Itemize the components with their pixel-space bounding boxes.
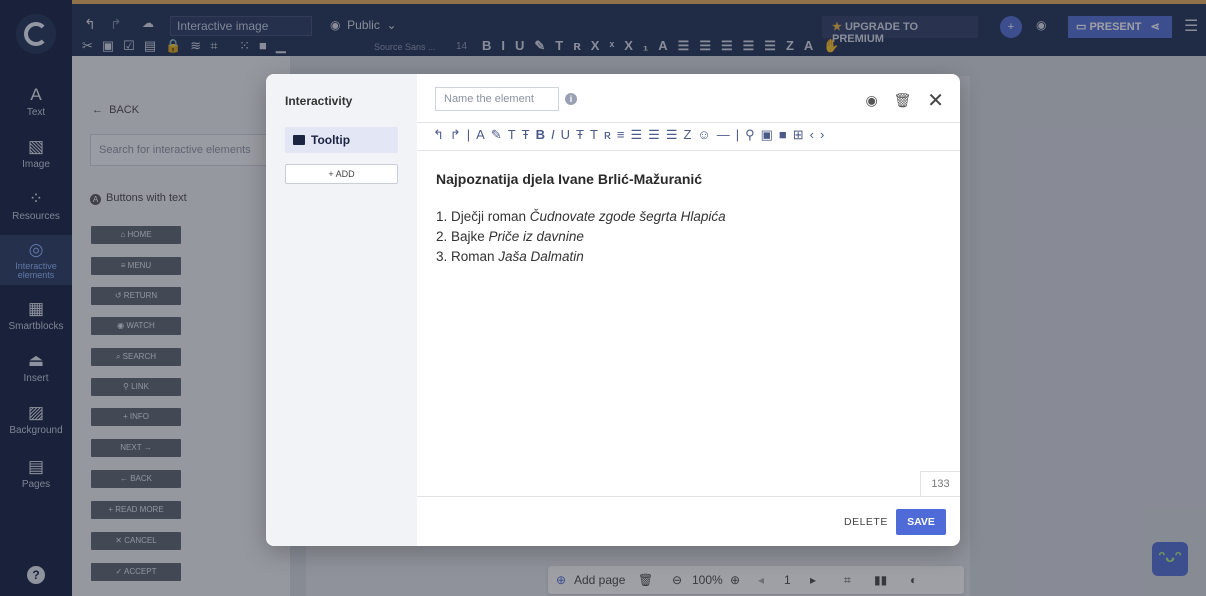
footer-divider	[417, 496, 960, 497]
preview-eye-icon[interactable]: ◉	[865, 92, 877, 108]
header-divider	[417, 122, 960, 123]
list-prefix: 1. Dječji roman	[436, 209, 530, 224]
toolbar-divider	[417, 150, 960, 151]
list-item: 2. Bajke Priče iz davnine	[436, 229, 936, 244]
modal-content: Name the element i ◉ 🗑 ✕ ↰↱|A✎TŦBIUŦTʀ≡☰…	[417, 74, 960, 546]
add-interaction-button[interactable]: + ADD	[285, 164, 398, 184]
list-italic: Jaša Dalmatin	[498, 249, 584, 264]
list-prefix: 2. Bajke	[436, 229, 489, 244]
list-prefix: 3. Roman	[436, 249, 499, 264]
list-italic: Priče iz davnine	[488, 229, 584, 244]
tab-label: Tooltip	[311, 133, 351, 147]
modal-title: Interactivity	[285, 94, 353, 108]
tooltip-icon	[293, 135, 305, 145]
interactivity-modal: Interactivity Tooltip + ADD Name the ele…	[266, 74, 960, 546]
tab-tooltip[interactable]: Tooltip	[285, 127, 398, 153]
editor-heading: Najpoznatija djela Ivane Brlić-Mažuranić	[436, 171, 703, 187]
modal-sidebar: Interactivity Tooltip + ADD	[266, 74, 417, 546]
save-button[interactable]: SAVE	[896, 509, 946, 535]
close-icon[interactable]: ✕	[927, 90, 944, 112]
character-count: 133	[920, 471, 960, 497]
modal-header-actions: ◉ 🗑 ✕	[853, 88, 944, 113]
rich-text-toolbar[interactable]: ↰↱|A✎TŦBIUŦTʀ≡☰☰☰Z☺—|⚲▣■⊞‹›	[433, 127, 830, 143]
list-item: 1. Dječji roman Čudnovate zgode šegrta H…	[436, 209, 936, 224]
info-icon[interactable]: i	[565, 93, 577, 105]
trash-icon[interactable]: 🗑	[894, 92, 912, 108]
element-name-input[interactable]: Name the element	[435, 87, 559, 111]
tooltip-text-editor[interactable]: Najpoznatija djela Ivane Brlić-Mažuranić…	[436, 171, 936, 269]
list-italic: Čudnovate zgode šegrta Hlapića	[529, 209, 726, 224]
list-item: 3. Roman Jaša Dalmatin	[436, 249, 936, 264]
delete-button[interactable]: DELETE	[844, 516, 888, 528]
